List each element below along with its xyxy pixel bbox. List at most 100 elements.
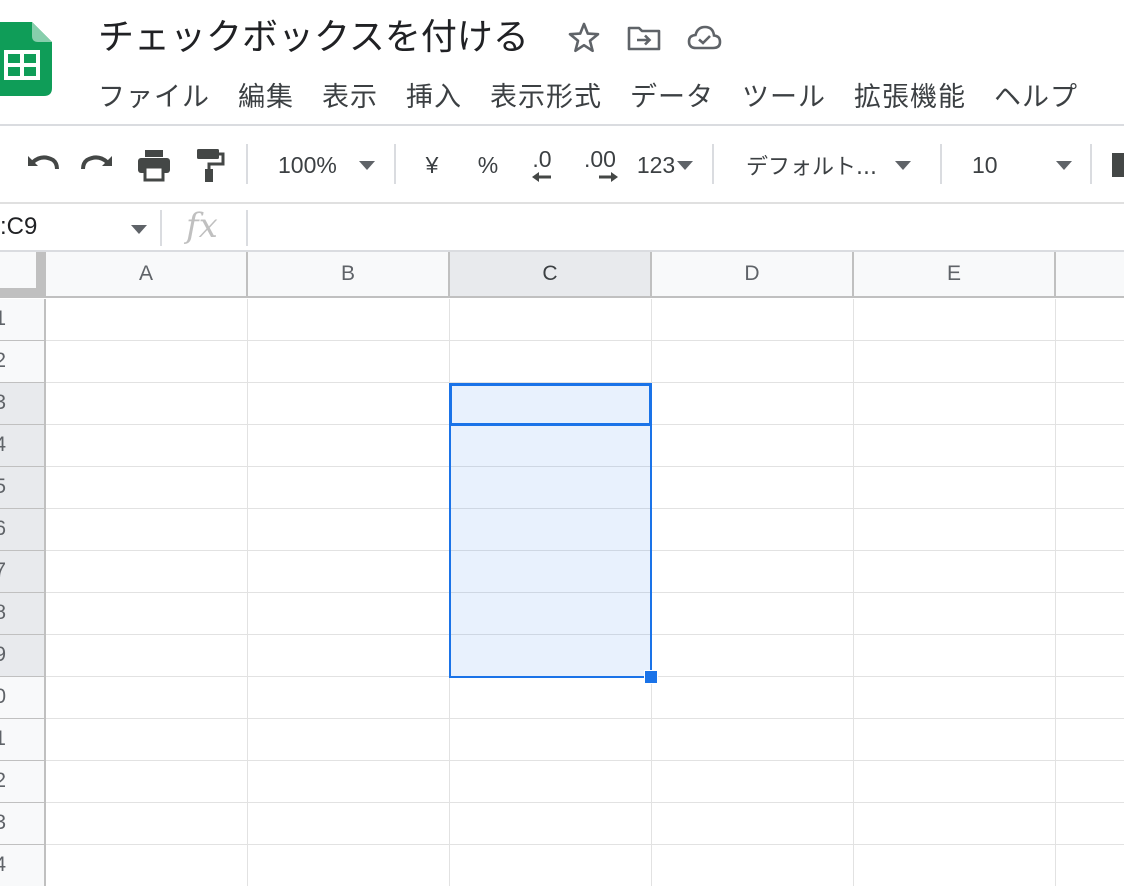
- cell[interactable]: [1056, 719, 1124, 761]
- cloud-saved-icon[interactable]: [686, 20, 722, 56]
- cell[interactable]: [450, 341, 652, 383]
- cell[interactable]: [450, 593, 652, 635]
- print-button[interactable]: [134, 146, 174, 184]
- column-header-f[interactable]: [1056, 252, 1124, 298]
- cell[interactable]: [46, 299, 248, 341]
- percent-format-button[interactable]: %: [472, 146, 504, 184]
- font-family-select[interactable]: デフォルト...: [734, 146, 930, 184]
- cell[interactable]: [248, 509, 450, 551]
- redo-button[interactable]: [78, 146, 118, 184]
- cell[interactable]: [46, 551, 248, 593]
- row-header-10[interactable]: 10: [0, 677, 46, 719]
- column-header-e[interactable]: E: [854, 252, 1056, 298]
- cell[interactable]: [854, 845, 1056, 886]
- row-header-5[interactable]: 5: [0, 467, 46, 509]
- row-header-2[interactable]: 2: [0, 341, 46, 383]
- cell[interactable]: [854, 341, 1056, 383]
- row-header-13[interactable]: 13: [0, 803, 46, 845]
- sheets-logo-icon[interactable]: [0, 22, 52, 96]
- row-header-7[interactable]: 7: [0, 551, 46, 593]
- column-header-b[interactable]: B: [248, 252, 450, 298]
- paint-format-button[interactable]: [192, 146, 228, 184]
- cell[interactable]: [46, 845, 248, 886]
- menu-tools[interactable]: ツール: [742, 76, 826, 120]
- cell[interactable]: [652, 551, 854, 593]
- cell[interactable]: [652, 803, 854, 845]
- menu-format[interactable]: 表示形式: [490, 76, 602, 120]
- cell[interactable]: [248, 635, 450, 677]
- bold-button[interactable]: [1112, 146, 1124, 184]
- cell[interactable]: [248, 677, 450, 719]
- cell[interactable]: [46, 425, 248, 467]
- menu-extensions[interactable]: 拡張機能: [854, 76, 966, 120]
- cell[interactable]: [248, 383, 450, 425]
- cell[interactable]: [450, 803, 652, 845]
- document-title[interactable]: チェックボックスを付ける: [98, 14, 529, 62]
- currency-format-button[interactable]: ¥: [416, 146, 448, 184]
- menu-insert[interactable]: 挿入: [406, 76, 462, 120]
- cell[interactable]: [248, 719, 450, 761]
- cell[interactable]: [854, 761, 1056, 803]
- formula-input[interactable]: [248, 204, 1124, 250]
- row-header-9[interactable]: 9: [0, 635, 46, 677]
- cell[interactable]: [652, 383, 854, 425]
- cell[interactable]: [248, 551, 450, 593]
- cell[interactable]: [450, 299, 652, 341]
- cell[interactable]: [248, 425, 450, 467]
- cell[interactable]: [854, 593, 1056, 635]
- cell[interactable]: [46, 341, 248, 383]
- undo-button[interactable]: [22, 146, 62, 184]
- row-header-12[interactable]: 12: [0, 761, 46, 803]
- cell[interactable]: [450, 467, 652, 509]
- cell[interactable]: [854, 467, 1056, 509]
- cell[interactable]: [652, 845, 854, 886]
- cell[interactable]: [854, 551, 1056, 593]
- zoom-select[interactable]: 100%: [266, 146, 384, 184]
- cell[interactable]: [854, 803, 1056, 845]
- cell[interactable]: [1056, 341, 1124, 383]
- cell[interactable]: [1056, 425, 1124, 467]
- more-formats-button[interactable]: 123: [630, 146, 700, 184]
- cell[interactable]: [1056, 635, 1124, 677]
- cell[interactable]: [46, 383, 248, 425]
- cell[interactable]: [652, 761, 854, 803]
- cell[interactable]: [652, 467, 854, 509]
- decrease-decimal-button[interactable]: .0: [522, 146, 562, 184]
- cell[interactable]: [652, 425, 854, 467]
- cell[interactable]: [248, 845, 450, 886]
- cell[interactable]: [450, 677, 652, 719]
- cell[interactable]: [450, 383, 652, 425]
- cell[interactable]: [1056, 593, 1124, 635]
- cell[interactable]: [248, 761, 450, 803]
- cell[interactable]: [248, 803, 450, 845]
- cell[interactable]: [46, 467, 248, 509]
- cell[interactable]: [854, 383, 1056, 425]
- cell[interactable]: [46, 719, 248, 761]
- cell[interactable]: [1056, 383, 1124, 425]
- name-box[interactable]: :C9: [0, 204, 160, 250]
- cell[interactable]: [1056, 803, 1124, 845]
- cell[interactable]: [248, 467, 450, 509]
- cell[interactable]: [450, 425, 652, 467]
- row-header-14[interactable]: 14: [0, 845, 46, 886]
- cell[interactable]: [1056, 509, 1124, 551]
- cell[interactable]: [450, 635, 652, 677]
- cell[interactable]: [248, 299, 450, 341]
- cell[interactable]: [46, 593, 248, 635]
- menu-data[interactable]: データ: [630, 76, 714, 120]
- cell[interactable]: [46, 677, 248, 719]
- cell[interactable]: [652, 341, 854, 383]
- cell[interactable]: [1056, 551, 1124, 593]
- cell[interactable]: [652, 299, 854, 341]
- cell[interactable]: [854, 299, 1056, 341]
- select-all-corner[interactable]: [0, 252, 46, 298]
- cell[interactable]: [1056, 467, 1124, 509]
- menu-file[interactable]: ファイル: [98, 76, 210, 120]
- cell[interactable]: [1056, 761, 1124, 803]
- row-header-8[interactable]: 8: [0, 593, 46, 635]
- menu-view[interactable]: 表示: [322, 76, 378, 120]
- row-header-3[interactable]: 3: [0, 383, 46, 425]
- column-header-c[interactable]: C: [450, 252, 652, 298]
- move-to-folder-icon[interactable]: [626, 20, 662, 56]
- cell[interactable]: [652, 593, 854, 635]
